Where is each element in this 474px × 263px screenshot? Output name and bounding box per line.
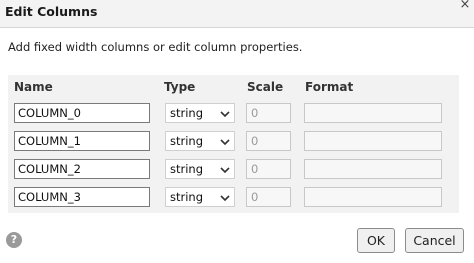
column-name-input[interactable] xyxy=(14,103,150,123)
dialog-title-bar: Edit Columns × xyxy=(0,0,474,28)
format-input[interactable] xyxy=(304,159,442,179)
format-input[interactable] xyxy=(304,131,442,151)
scale-input[interactable] xyxy=(246,131,291,151)
chevron-down-icon xyxy=(220,139,230,145)
header-format: Format xyxy=(305,80,354,94)
help-icon[interactable]: ? xyxy=(6,232,22,248)
dialog-title: Edit Columns xyxy=(5,4,98,19)
close-icon[interactable]: × xyxy=(458,0,472,12)
type-select-value: string xyxy=(170,106,204,120)
format-input[interactable] xyxy=(304,103,442,123)
scale-input[interactable] xyxy=(246,103,291,123)
cancel-button[interactable]: Cancel xyxy=(405,228,464,253)
scale-input[interactable] xyxy=(246,159,291,179)
chevron-down-icon xyxy=(220,195,230,201)
type-select[interactable]: string xyxy=(165,187,235,207)
type-select[interactable]: string xyxy=(165,159,235,179)
type-select[interactable]: string xyxy=(165,131,235,151)
instruction-text: Add fixed width columns or edit column p… xyxy=(8,40,303,54)
chevron-down-icon xyxy=(220,111,230,117)
ok-button[interactable]: OK xyxy=(357,228,395,253)
column-name-input[interactable] xyxy=(14,187,150,207)
header-name: Name xyxy=(14,80,53,94)
chevron-down-icon xyxy=(220,167,230,173)
column-name-input[interactable] xyxy=(14,131,150,151)
type-select-value: string xyxy=(170,134,204,148)
type-select[interactable]: string xyxy=(165,103,235,123)
type-select-value: string xyxy=(170,162,204,176)
header-scale: Scale xyxy=(247,80,284,94)
format-input[interactable] xyxy=(304,187,442,207)
column-name-input[interactable] xyxy=(14,159,150,179)
header-type: Type xyxy=(164,80,196,94)
scale-input[interactable] xyxy=(246,187,291,207)
type-select-value: string xyxy=(170,190,204,204)
